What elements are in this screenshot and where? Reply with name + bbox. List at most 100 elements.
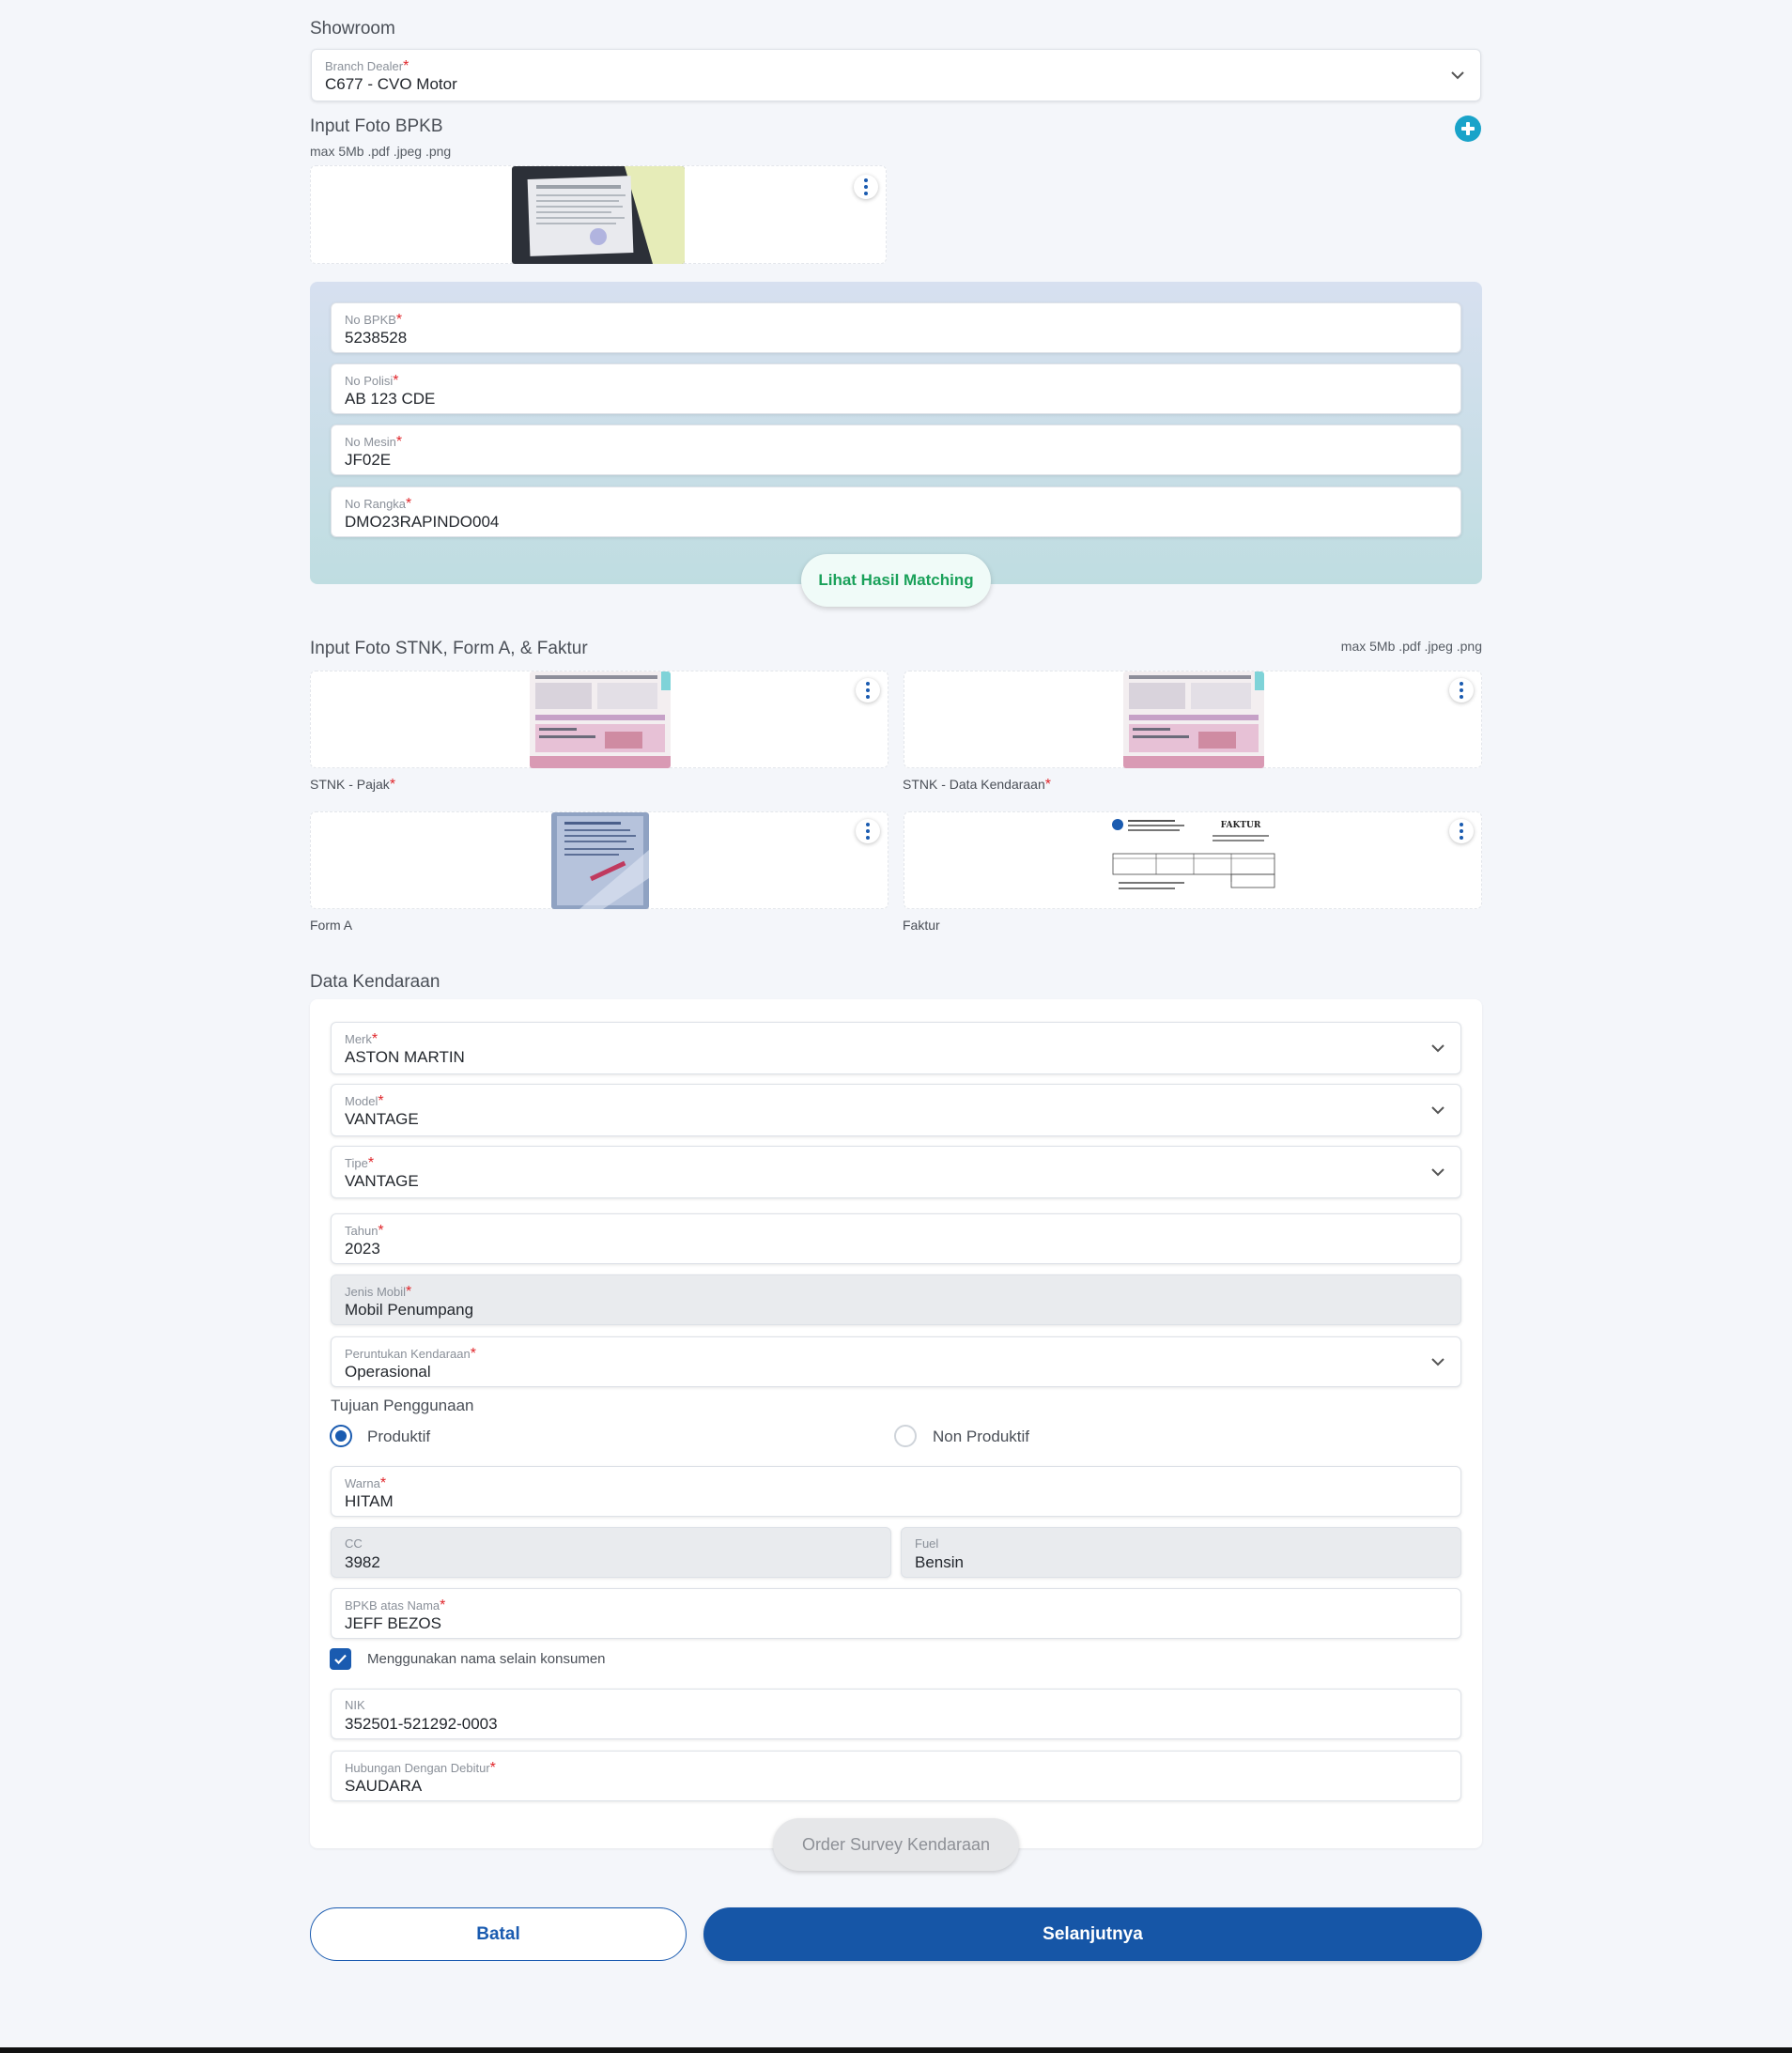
- no-rangka-value: DMO23RAPINDO004: [345, 513, 500, 531]
- stnk-data-kendaraan-thumbnail[interactable]: [1123, 671, 1264, 768]
- warna-value: HITAM: [345, 1492, 394, 1510]
- tujuan-penggunaan-label: Tujuan Penggunaan: [331, 1397, 474, 1414]
- chevron-down-icon: [1431, 1106, 1444, 1115]
- merk-label: Merk: [345, 1032, 372, 1046]
- chevron-down-icon: [1451, 71, 1464, 80]
- form-a-photo-box[interactable]: [310, 811, 888, 909]
- more-options-icon[interactable]: [1449, 819, 1474, 843]
- next-button[interactable]: Selanjutnya: [703, 1907, 1482, 1961]
- form-a-thumbnail[interactable]: [551, 812, 649, 909]
- tahun-field[interactable]: Tahun* 2023: [331, 1213, 1461, 1264]
- radio-non-produktif[interactable]: [894, 1425, 917, 1447]
- jenis-mobil-field: Jenis Mobil* Mobil Penumpang: [331, 1274, 1461, 1325]
- no-mesin-value: JF02E: [345, 451, 392, 469]
- page: Showroom Branch Dealer* C677 - CVO Motor…: [0, 0, 1792, 2047]
- tahun-value: 2023: [345, 1240, 380, 1258]
- section-title-documents: Input Foto STNK, Form A, & Faktur: [310, 639, 588, 658]
- radio-produktif[interactable]: [330, 1425, 352, 1447]
- bpkb-atas-nama-label: BPKB atas Nama: [345, 1598, 440, 1613]
- more-options-icon[interactable]: [856, 819, 880, 843]
- bpkb-atas-nama-field[interactable]: BPKB atas Nama* JEFF BEZOS: [331, 1588, 1461, 1639]
- no-rangka-label: No Rangka: [345, 497, 407, 511]
- cc-label: CC: [345, 1536, 363, 1551]
- tipe-select[interactable]: Tipe* VANTAGE: [331, 1146, 1461, 1198]
- cc-value: 3982: [345, 1553, 380, 1571]
- jenis-mobil-value: Mobil Penumpang: [345, 1301, 474, 1319]
- no-bpkb-field[interactable]: No BPKB* 5238528: [331, 302, 1461, 353]
- warna-field[interactable]: Warna* HITAM: [331, 1466, 1461, 1517]
- no-polisi-field[interactable]: No Polisi* AB 123 CDE: [331, 363, 1461, 414]
- chevron-down-icon: [1431, 1168, 1444, 1177]
- tahun-label: Tahun: [345, 1224, 378, 1238]
- section-title-showroom: Showroom: [310, 19, 395, 39]
- branch-dealer-value: C677 - CVO Motor: [325, 75, 457, 93]
- nik-label: NIK: [345, 1698, 365, 1712]
- form-a-image: [551, 812, 649, 909]
- radio-non-produktif-label[interactable]: Non Produktif: [933, 1428, 1029, 1446]
- no-polisi-label: No Polisi: [345, 374, 394, 388]
- bottom-edge: [0, 2047, 1792, 2053]
- form-a-caption: Form A: [310, 918, 353, 933]
- faktur-thumbnail[interactable]: FAKTUR: [1109, 816, 1278, 904]
- faktur-photo-box[interactable]: FAKTUR: [904, 811, 1482, 909]
- merk-select[interactable]: Merk* ASTON MARTIN: [331, 1022, 1461, 1074]
- use-other-name-checkbox[interactable]: [330, 1648, 351, 1670]
- branch-dealer-label: Branch Dealer: [325, 59, 404, 73]
- bpkb-document-image: [512, 166, 685, 264]
- peruntukan-kendaraan-select[interactable]: Peruntukan Kendaraan* Operasional: [331, 1336, 1461, 1387]
- merk-value: ASTON MARTIN: [345, 1048, 465, 1066]
- section-title-vehicle: Data Kendaraan: [310, 972, 440, 992]
- more-options-icon[interactable]: [856, 678, 880, 702]
- documents-hint: max 5Mb .pdf .jpeg .png: [1340, 639, 1482, 654]
- radio-produktif-label[interactable]: Produktif: [367, 1428, 430, 1446]
- cc-field: CC 3982: [331, 1527, 891, 1578]
- hubungan-value: SAUDARA: [345, 1777, 423, 1795]
- chevron-down-icon: [1431, 1044, 1444, 1053]
- no-mesin-label: No Mesin: [345, 435, 396, 449]
- checkmark-icon: [334, 1654, 347, 1665]
- fuel-label: Fuel: [915, 1536, 939, 1551]
- fuel-value: Bensin: [915, 1553, 964, 1571]
- no-polisi-value: AB 123 CDE: [345, 390, 436, 408]
- stnk-pajak-image: [530, 671, 671, 768]
- add-photo-icon[interactable]: [1455, 116, 1481, 142]
- peruntukan-value: Operasional: [345, 1363, 431, 1381]
- more-options-icon[interactable]: [1449, 678, 1474, 702]
- no-rangka-field[interactable]: No Rangka* DMO23RAPINDO004: [331, 486, 1461, 537]
- faktur-caption: Faktur: [903, 918, 940, 933]
- stnk-data-kendaraan-caption: STNK - Data Kendaraan*: [903, 777, 1051, 793]
- use-other-name-label[interactable]: Menggunakan nama selain konsumen: [367, 1651, 606, 1667]
- chevron-down-icon: [1431, 1358, 1444, 1366]
- tipe-value: VANTAGE: [345, 1172, 419, 1190]
- tipe-label: Tipe: [345, 1156, 368, 1170]
- no-mesin-field[interactable]: No Mesin* JF02E: [331, 424, 1461, 475]
- stnk-pajak-photo-box[interactable]: [310, 671, 888, 768]
- view-matching-result-button[interactable]: Lihat Hasil Matching: [801, 554, 991, 607]
- fuel-field: Fuel Bensin: [901, 1527, 1461, 1578]
- more-options-icon[interactable]: [854, 175, 878, 199]
- bpkb-photo-box[interactable]: [310, 165, 887, 264]
- hubungan-debitur-field[interactable]: Hubungan Dengan Debitur* SAUDARA: [331, 1751, 1461, 1801]
- warna-label: Warna: [345, 1476, 380, 1490]
- faktur-heading: FAKTUR: [1221, 821, 1261, 830]
- stnk-data-kendaraan-image: [1123, 671, 1264, 768]
- bpkb-photo-hint: max 5Mb .pdf .jpeg .png: [310, 144, 452, 159]
- nik-field[interactable]: NIK 352501-521292-0003: [331, 1689, 1461, 1739]
- bpkb-photo-thumbnail[interactable]: [512, 166, 685, 264]
- jenis-mobil-label: Jenis Mobil: [345, 1285, 407, 1299]
- hubungan-label: Hubungan Dengan Debitur: [345, 1761, 490, 1775]
- stnk-pajak-thumbnail[interactable]: [530, 671, 671, 768]
- stnk-data-kendaraan-photo-box[interactable]: [904, 671, 1482, 768]
- no-bpkb-label: No BPKB: [345, 313, 396, 327]
- stnk-pajak-caption: STNK - Pajak*: [310, 777, 396, 793]
- cancel-button[interactable]: Batal: [310, 1907, 687, 1961]
- model-value: VANTAGE: [345, 1110, 419, 1128]
- section-title-bpkb-photo: Input Foto BPKB: [310, 116, 443, 136]
- model-select[interactable]: Model* VANTAGE: [331, 1084, 1461, 1136]
- order-survey-button[interactable]: Order Survey Kendaraan: [773, 1818, 1019, 1871]
- branch-dealer-select[interactable]: Branch Dealer* C677 - CVO Motor: [311, 49, 1481, 101]
- nik-value: 352501-521292-0003: [345, 1715, 498, 1733]
- faktur-image: FAKTUR: [1109, 816, 1278, 904]
- no-bpkb-value: 5238528: [345, 329, 408, 347]
- model-label: Model: [345, 1094, 378, 1108]
